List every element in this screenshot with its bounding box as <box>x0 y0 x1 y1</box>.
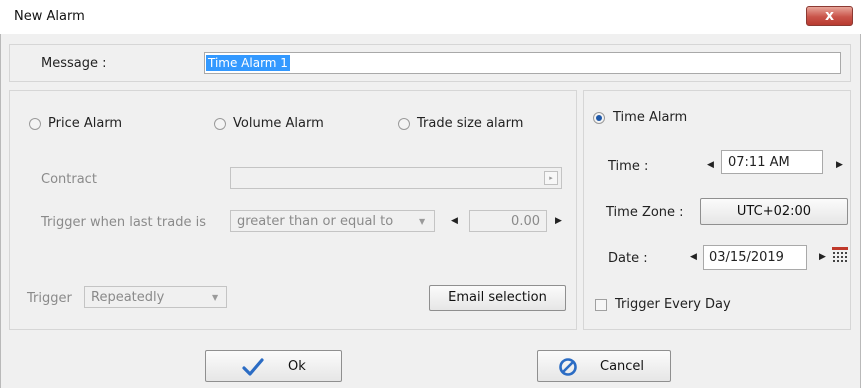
trigger-select: Repeatedly ▼ <box>84 286 227 308</box>
trigger-operator-select: greater than or equal to ▼ <box>230 210 435 232</box>
ok-label: Ok <box>288 359 306 374</box>
trigger-value-text: Repeatedly <box>91 290 165 305</box>
close-button[interactable]: x <box>806 6 853 26</box>
date-input[interactable]: 03/15/2019 <box>703 245 807 270</box>
trade-size-alarm-radio[interactable] <box>398 118 410 130</box>
time-value: 07:11 AM <box>728 155 790 170</box>
trigger-value-input: 0.00 <box>469 210 547 232</box>
time-input[interactable]: 07:11 AM <box>721 150 823 174</box>
no-entry-icon <box>559 358 577 376</box>
volume-alarm-label: Volume Alarm <box>233 116 324 131</box>
date-label: Date : <box>608 251 648 266</box>
time-decrement-icon[interactable]: ◀ <box>707 160 714 170</box>
price-alarm-radio[interactable] <box>29 118 41 130</box>
time-alarm-radio[interactable] <box>593 112 605 124</box>
message-label: Message : <box>41 56 107 71</box>
title-bar <box>0 0 861 34</box>
decrement-arrow-icon: ◀ <box>451 216 458 226</box>
trigger-label: Trigger <box>27 291 72 306</box>
contract-picker-icon: ▸ <box>544 171 558 185</box>
timezone-button[interactable]: UTC+02:00 <box>700 198 848 225</box>
cancel-button[interactable]: Cancel <box>537 350 671 382</box>
trigger-every-day-label: Trigger Every Day <box>615 297 731 312</box>
calendar-icon[interactable] <box>832 247 848 264</box>
increment-arrow-icon: ▶ <box>555 216 562 226</box>
volume-alarm-radio[interactable] <box>214 118 226 130</box>
message-value: Time Alarm 1 <box>206 55 290 71</box>
chevron-down-icon: ▼ <box>419 217 426 226</box>
timezone-label: Time Zone : <box>606 205 684 220</box>
date-decrement-icon[interactable]: ◀ <box>690 252 697 262</box>
trade-size-alarm-label: Trade size alarm <box>417 116 524 131</box>
price-alarm-label: Price Alarm <box>48 116 123 131</box>
checkmark-icon <box>242 358 264 376</box>
trigger-operator-value: greater than or equal to <box>237 214 394 229</box>
trigger-every-day-checkbox[interactable] <box>595 299 607 311</box>
trigger-when-label: Trigger when last trade is <box>41 215 206 230</box>
trigger-value: 0.00 <box>511 214 540 229</box>
message-input[interactable]: Time Alarm 1 <box>204 52 841 74</box>
contract-field: ▸ <box>230 167 562 189</box>
date-increment-icon[interactable]: ▶ <box>819 252 826 262</box>
time-alarm-label: Time Alarm <box>613 110 688 125</box>
time-label: Time : <box>608 159 649 174</box>
chevron-down-icon: ▼ <box>212 293 219 302</box>
email-selection-button[interactable]: Email selection <box>429 285 566 311</box>
date-value: 03/15/2019 <box>709 250 784 265</box>
ok-button[interactable]: Ok <box>205 350 342 382</box>
window-title: New Alarm <box>14 9 85 24</box>
contract-label: Contract <box>41 172 97 187</box>
cancel-label: Cancel <box>600 359 645 374</box>
time-increment-icon[interactable]: ▶ <box>836 160 843 170</box>
